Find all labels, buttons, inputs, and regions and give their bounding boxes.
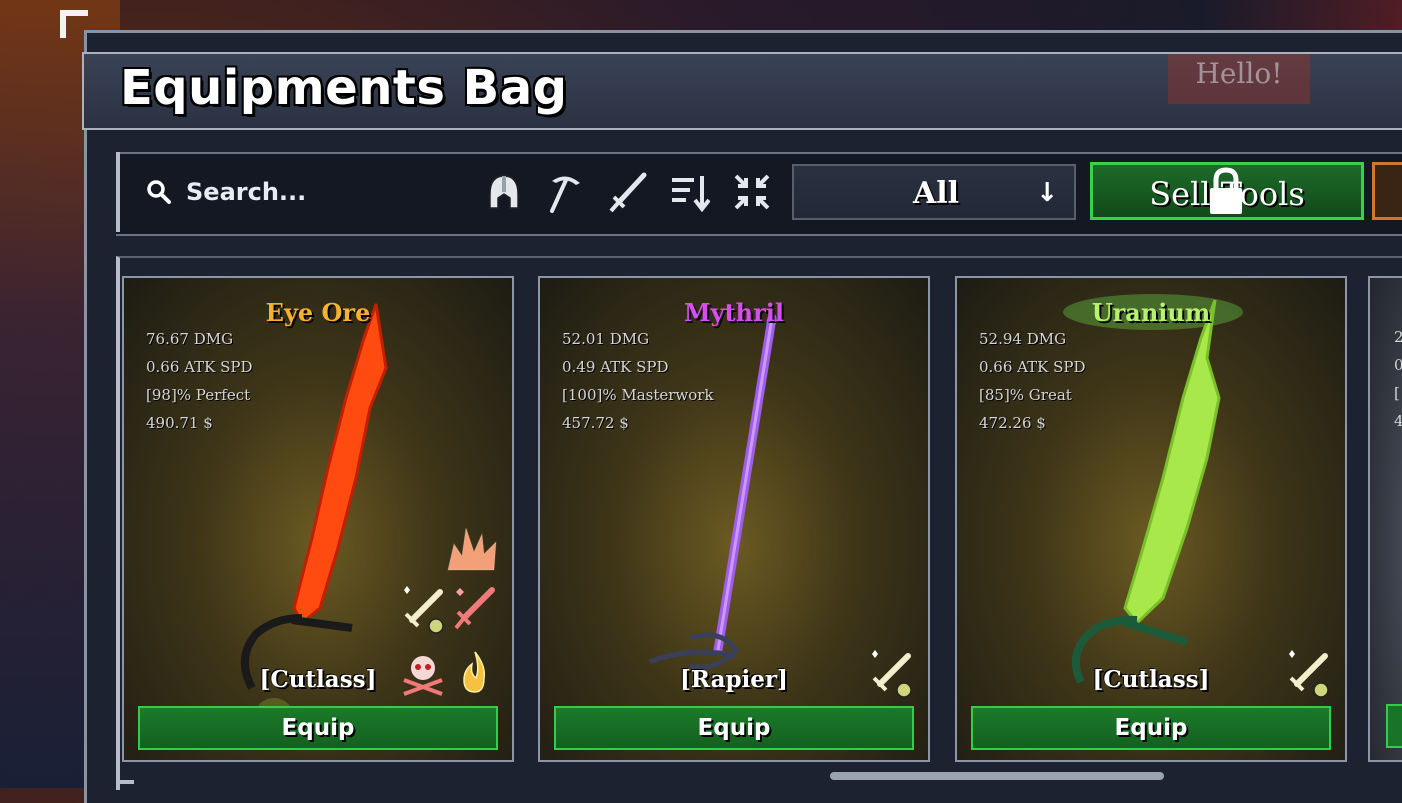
card-weapon-type: [Rapier] xyxy=(680,666,788,693)
sword-icon[interactable] xyxy=(608,170,648,214)
card-quality: [98]% Perfect xyxy=(146,386,251,404)
partial-card-line: 4 xyxy=(1394,412,1402,430)
card-price: 457.72 $ xyxy=(562,414,629,432)
search-placeholder: Search... xyxy=(186,178,307,206)
hello-sign: Hello! xyxy=(1168,54,1310,104)
card-price: 472.26 $ xyxy=(979,414,1046,432)
equipment-card[interactable]: Mythril 52.01 DMG 0.49 ATK SPD [100]% Ma… xyxy=(538,276,930,762)
card-quality: [100]% Masterwork xyxy=(562,386,714,404)
arrow-down-icon: ↓ xyxy=(1036,178,1058,208)
card-atk-spd: 0.49 ATK SPD xyxy=(562,358,669,376)
sword-red-icon xyxy=(450,584,500,634)
explosion-icon xyxy=(444,522,497,572)
equip-button[interactable]: Equip xyxy=(554,706,914,750)
partial-card-line: 0 xyxy=(1394,356,1402,374)
filter-dropdown[interactable]: All ↓ xyxy=(792,164,1076,220)
helmet-icon[interactable] xyxy=(484,170,524,214)
card-weapon-type: [Cutlass] xyxy=(1092,666,1210,693)
horizontal-scrollbar[interactable] xyxy=(830,772,1164,780)
extra-button-partial[interactable] xyxy=(1372,162,1402,220)
equip-button[interactable]: Equip xyxy=(971,706,1331,750)
card-quality: [85]% Great xyxy=(979,386,1072,404)
partial-card-line: 2 xyxy=(1394,328,1402,346)
card-price: 490.71 $ xyxy=(146,414,213,432)
pickaxe-icon[interactable] xyxy=(546,170,586,214)
card-title: Eye Ore xyxy=(265,298,371,327)
equipment-card-partial[interactable] xyxy=(1368,276,1402,762)
sword-sparkle-icon xyxy=(398,584,448,634)
card-dmg: 52.94 DMG xyxy=(979,330,1067,348)
equip-button-partial[interactable] xyxy=(1386,704,1402,748)
search-icon xyxy=(144,177,174,207)
card-dmg: 52.01 DMG xyxy=(562,330,650,348)
card-title: Mythril xyxy=(684,298,784,327)
equipment-card[interactable]: Uranium 52.94 DMG 0.66 ATK SPD [85]% Gre… xyxy=(955,276,1347,762)
card-title: Uranium xyxy=(1091,298,1211,327)
sort-icon[interactable] xyxy=(670,170,710,214)
card-atk-spd: 0.66 ATK SPD xyxy=(979,358,1086,376)
card-dmg: 76.67 DMG xyxy=(146,330,234,348)
lock-icon xyxy=(1206,166,1246,216)
cards-frame-corner xyxy=(116,758,134,784)
search-input[interactable]: Search... xyxy=(130,162,470,222)
equipment-card[interactable]: Eye Ore 76.67 DMG 0.66 ATK SPD [98]% Per… xyxy=(122,276,514,762)
page-title: Equipments Bag xyxy=(120,60,568,116)
collapse-icon[interactable] xyxy=(732,170,772,214)
card-atk-spd: 0.66 ATK SPD xyxy=(146,358,253,376)
card-weapon-type: [Cutlass] xyxy=(259,666,377,693)
equip-button[interactable]: Equip xyxy=(138,706,498,750)
partial-card-line: [ xyxy=(1394,384,1400,402)
